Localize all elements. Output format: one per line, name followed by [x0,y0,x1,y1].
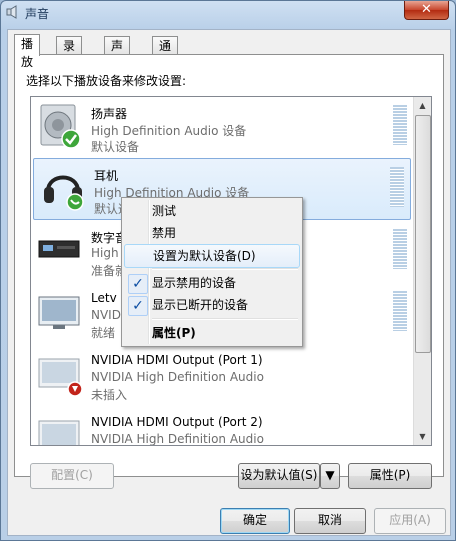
device-status: 未插入 [91,388,128,402]
device-driver: High [91,246,119,260]
monitor-unplugged-icon [38,358,83,397]
menu-item-label: 显示禁用的设备 [152,276,237,290]
digital-output-icon [38,240,80,258]
menu-item-label: 测试 [152,204,177,218]
tab-recording[interactable]: 录制 [56,36,83,71]
menu-item-label: 属性(P) [152,326,196,340]
menu-item-show-disconnected[interactable]: ✓ 显示已断开的设备 [124,294,300,316]
set-default-dropdown[interactable]: ▼ [320,463,340,489]
device-name: NVIDIA HDMI Output (Port 1) [91,353,263,367]
chevron-down-icon: ▼ [325,468,335,482]
level-meter [390,167,404,207]
vertical-scrollbar[interactable]: ▲ ▼ [413,97,431,445]
headphones-icon [44,175,84,211]
speaker-icon [40,104,81,149]
speaker-app-icon [6,5,17,19]
device-driver: High Definition Audio 设备 [91,124,247,138]
configure-button[interactable]: 配置(C) [30,463,114,489]
ok-button[interactable]: 确定 [220,508,290,534]
title-bar[interactable]: 声音 ✕ [1,1,455,25]
device-status: 就绪 [91,326,116,340]
level-meter [393,229,407,269]
menu-separator [152,318,298,320]
device-item-hdmi-port2[interactable]: NVIDIA HDMI Output (Port 2) NVIDIA High … [31,407,413,446]
scroll-thumb[interactable] [415,115,431,353]
menu-item-disable[interactable]: 禁用 [124,222,300,244]
checkmark-icon: ✓ [128,296,148,316]
tab-sounds[interactable]: 声音 [104,36,131,71]
device-item-hdmi-port1[interactable]: NVIDIA HDMI Output (Port 1) NVIDIA High … [31,345,413,405]
menu-item-show-disabled[interactable]: ✓ 显示禁用的设备 [124,272,300,294]
monitor-icon [38,420,80,445]
cancel-button[interactable]: 取消 [294,508,366,534]
menu-item-properties[interactable]: 属性(P) [124,322,300,344]
device-name: 扬声器 [91,107,128,121]
menu-item-label: 禁用 [152,226,177,240]
context-menu: 测试 禁用 设置为默认设备(D) ✓ 显示禁用的设备 ✓ 显示已断开的设备 属性… [121,197,303,347]
monitor-icon [38,296,80,329]
device-driver: NVIDIA High Definition Audio [91,370,264,384]
menu-item-label: 显示已断开的设备 [152,298,249,312]
device-status: 默认设备 [91,140,140,154]
close-button[interactable]: ✕ [404,1,449,20]
device-driver: NVID [91,308,121,322]
tab-communications[interactable]: 通信 [152,36,179,71]
properties-button[interactable]: 属性(P) [348,463,432,489]
sound-dialog: 声音 ✕ 播放 录制 声音 通信 选择以下播放设备来修改设置: 扬声器 [0,0,456,541]
device-name: NVIDIA HDMI Output (Port 2) [91,415,263,429]
scroll-down-icon[interactable]: ▼ [414,428,431,445]
close-icon: ✕ [421,2,432,17]
tab-playback[interactable]: 播放 [14,34,41,69]
device-name: Letv [91,291,117,305]
menu-separator [152,268,298,270]
scroll-up-icon[interactable]: ▲ [414,97,431,114]
level-meter [393,105,407,145]
device-name: 耳机 [94,169,119,183]
instruction-text: 选择以下播放设备来修改设置: [26,74,187,88]
device-driver: NVIDIA High Definition Audio [91,432,264,446]
menu-item-set-default[interactable]: 设置为默认设备(D) [124,244,300,268]
checkmark-icon: ✓ [128,274,148,294]
menu-item-test[interactable]: 测试 [124,200,300,222]
window-title: 声音 [25,7,50,21]
level-meter [393,291,407,331]
apply-button[interactable]: 应用(A) [374,508,446,534]
menu-item-label: 设置为默认设备(D) [153,249,256,263]
set-default-button[interactable]: 设为默认值(S) [238,463,320,489]
device-item-speakers[interactable]: 扬声器 High Definition Audio 设备 默认设备 [31,97,413,157]
